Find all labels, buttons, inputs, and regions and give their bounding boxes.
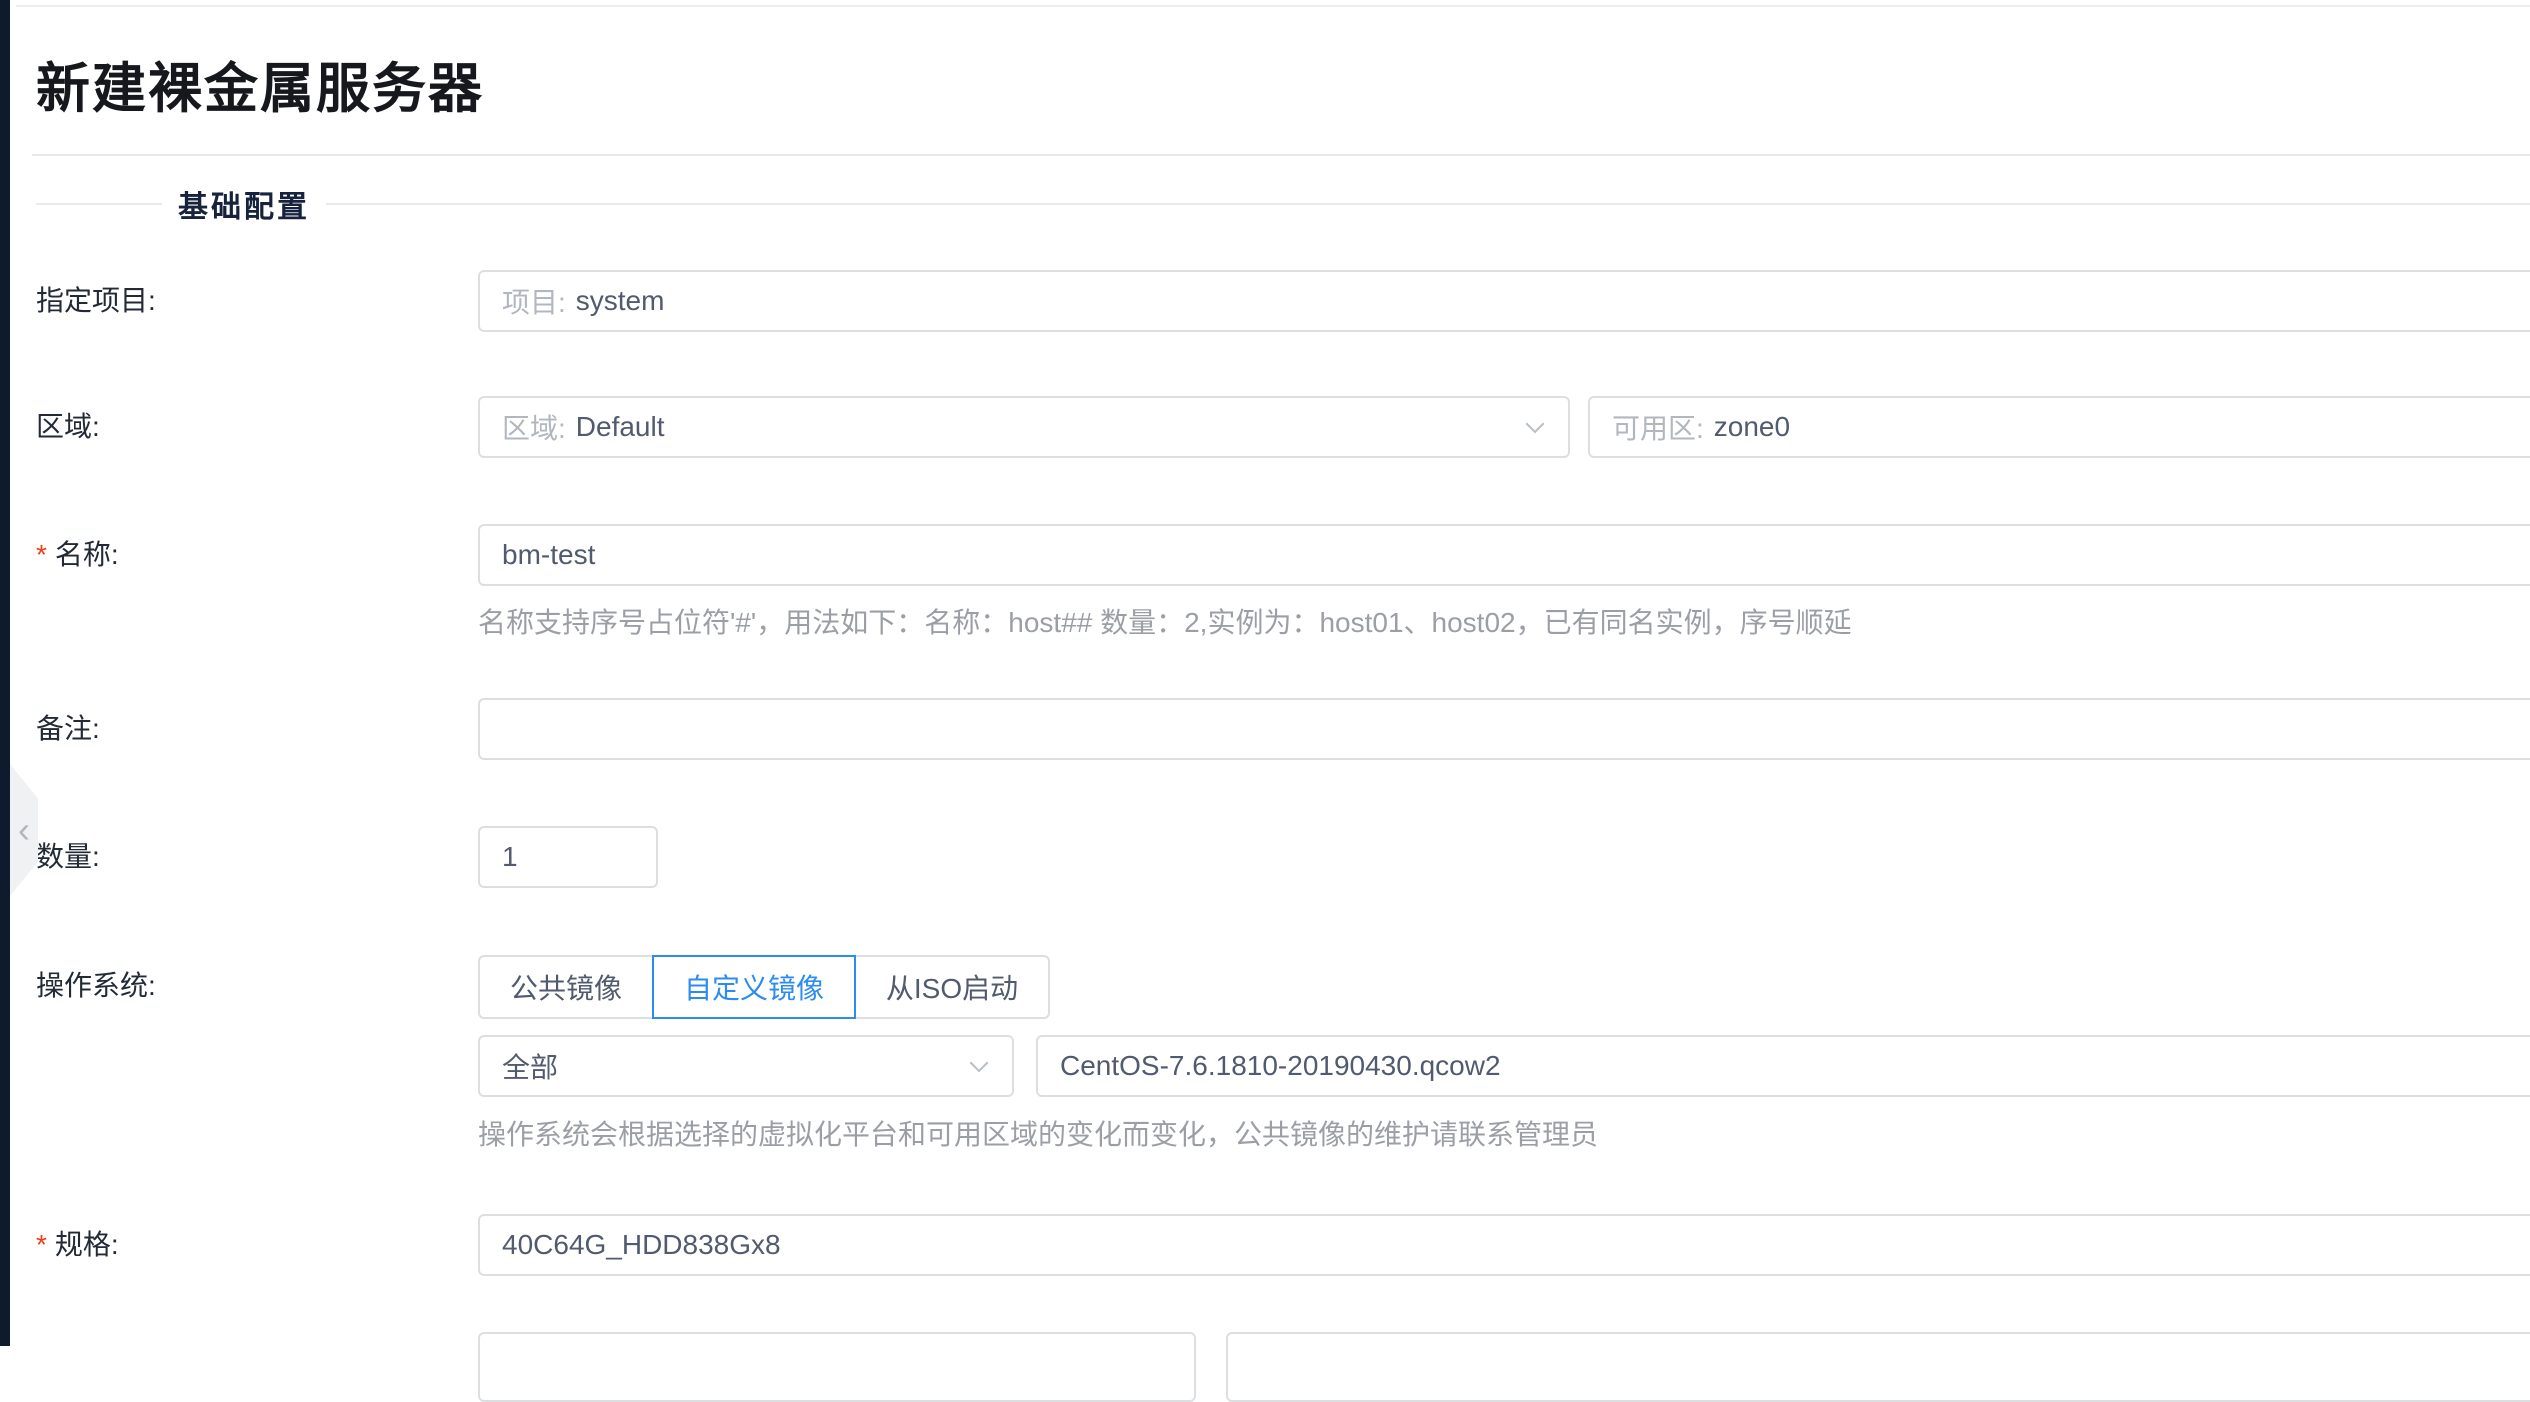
os-label: 操作系统:	[36, 955, 156, 1017]
region-label: 区域:	[36, 396, 100, 458]
count-input[interactable]: 1	[478, 826, 658, 888]
spec-input-value: 40C64G_HDD838Gx8	[502, 1229, 781, 1261]
os-hint: 操作系统会根据选择的虚拟化平台和可用区域的变化而变化，公共镜像的维护请联系管理员	[478, 1114, 2500, 1156]
bottom-partial-input-right[interactable]	[1226, 1332, 2530, 1402]
os-filter-select[interactable]: 全部	[478, 1035, 1014, 1097]
os-image-select[interactable]: CentOS-7.6.1810-20190430.qcow2	[1036, 1035, 2530, 1097]
sidebar-rail	[0, 0, 10, 1346]
count-input-value: 1	[502, 841, 518, 873]
page-title: 新建裸金属服务器	[36, 56, 484, 122]
os-image-source-tabs: 公共镜像 自定义镜像 从ISO启动	[478, 955, 1050, 1019]
remark-input[interactable]	[478, 698, 2530, 760]
zone-select[interactable]: 可用区: zone0	[1588, 396, 2530, 458]
region-select[interactable]: 区域: Default	[478, 396, 1570, 458]
os-filter-value: 全部	[502, 1046, 558, 1086]
content-top-border	[16, 5, 2530, 7]
tab-public-image[interactable]: 公共镜像	[478, 955, 654, 1019]
chevron-down-icon	[964, 1051, 994, 1081]
chevron-left-icon: ‹	[18, 812, 30, 848]
section-line-left	[36, 203, 162, 205]
project-label: 指定项目:	[36, 270, 156, 332]
region-select-value: Default	[576, 411, 665, 443]
name-label: *名称:	[36, 524, 119, 586]
zone-select-prefix: 可用区:	[1612, 407, 1704, 447]
tab-boot-from-iso[interactable]: 从ISO启动	[854, 955, 1050, 1019]
section-header-basic: 基础配置	[36, 188, 2530, 220]
name-hint: 名称支持序号占位符'#'，用法如下：名称：host## 数量：2,实例为：hos…	[478, 602, 2500, 644]
bottom-partial-input-left[interactable]	[478, 1332, 1196, 1402]
required-asterisk: *	[36, 539, 47, 570]
chevron-down-icon	[1520, 412, 1550, 442]
section-title: 基础配置	[178, 182, 310, 226]
region-select-prefix: 区域:	[502, 407, 566, 447]
spec-label: *规格:	[36, 1214, 119, 1276]
name-input-value: bm-test	[502, 539, 595, 571]
spec-input[interactable]: 40C64G_HDD838Gx8	[478, 1214, 2530, 1276]
tab-custom-image[interactable]: 自定义镜像	[652, 955, 856, 1019]
title-divider	[32, 154, 2530, 156]
section-line-right	[326, 203, 2530, 205]
name-input[interactable]: bm-test	[478, 524, 2530, 586]
project-select[interactable]: 项目: system	[478, 270, 2530, 332]
zone-select-value: zone0	[1714, 411, 1790, 443]
os-image-value: CentOS-7.6.1810-20190430.qcow2	[1060, 1050, 1501, 1082]
project-select-prefix: 项目:	[502, 281, 566, 321]
required-asterisk: *	[36, 1229, 47, 1260]
remark-label: 备注:	[36, 698, 100, 760]
count-label: 数量:	[36, 826, 100, 888]
project-select-value: system	[576, 285, 665, 317]
sidebar-collapse-handle[interactable]: ‹	[10, 764, 38, 896]
